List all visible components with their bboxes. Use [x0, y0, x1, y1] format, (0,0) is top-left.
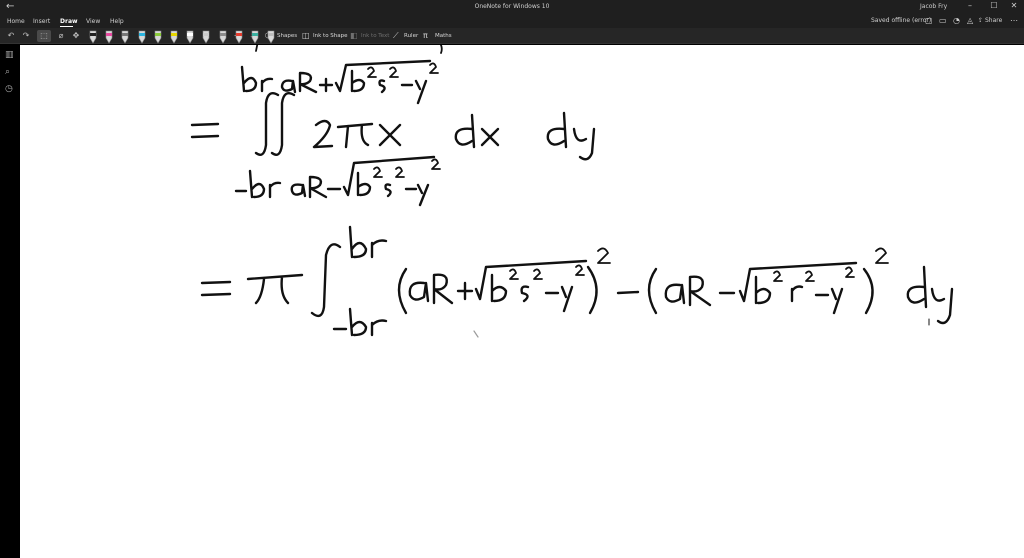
share-label: Share: [984, 17, 1003, 24]
ink-line-2: [200, 225, 954, 337]
share-icon: ⇪: [978, 17, 984, 24]
eraser-icon[interactable]: ⌀: [55, 30, 67, 42]
user-name[interactable]: Jacob Fry: [920, 3, 947, 10]
ink-stroke: [255, 45, 259, 52]
pen-4-icon[interactable]: [137, 30, 147, 44]
pen-1-icon[interactable]: [88, 30, 98, 44]
window-title: OneNote for Windows 10: [474, 3, 550, 10]
pen-2-icon[interactable]: [104, 30, 114, 44]
ink-to-text-icon: ◧: [350, 31, 358, 40]
maths-button[interactable]: Maths: [435, 31, 452, 41]
pen-11-icon[interactable]: [250, 30, 260, 44]
ink-to-shape-button[interactable]: Ink to Shape: [313, 31, 348, 41]
bell-icon[interactable]: ◬: [967, 16, 973, 25]
pen-5-icon[interactable]: [153, 30, 163, 44]
tab-help[interactable]: Help: [110, 18, 124, 25]
share-button[interactable]: ⇪ Share: [978, 17, 1002, 24]
pan-icon[interactable]: ✥: [70, 30, 82, 42]
mouse-cursor-icon: [473, 330, 479, 338]
tab-home[interactable]: Home: [7, 18, 25, 25]
notebooks-icon[interactable]: ▥: [5, 50, 14, 60]
ink-to-text-button: Ink to Text: [361, 33, 390, 39]
ink-to-shape-icon[interactable]: ◫: [302, 30, 310, 42]
pen-9-icon[interactable]: [218, 30, 228, 44]
pen-6-icon[interactable]: [169, 30, 179, 44]
shapes-button[interactable]: Shapes: [277, 31, 297, 41]
maths-icon[interactable]: π: [423, 30, 428, 42]
search-icon[interactable]: ⌕: [5, 67, 10, 77]
active-tab-indicator: [60, 26, 73, 27]
tips-icon[interactable]: ◔: [953, 16, 960, 25]
sync-status[interactable]: Saved offline (error): [871, 17, 931, 24]
redo-icon[interactable]: ↷: [20, 30, 32, 42]
notification-icon[interactable]: ▢: [925, 16, 933, 25]
recent-icon[interactable]: ◷: [5, 84, 13, 94]
feed-icon[interactable]: ▭: [939, 16, 947, 25]
undo-icon[interactable]: ↶: [5, 30, 17, 42]
ink-upper-limits: [240, 59, 439, 105]
minimize-button[interactable]: –: [964, 1, 976, 10]
ink-line-1: [190, 92, 596, 161]
ruler-icon[interactable]: ⟋: [393, 30, 399, 42]
pen-3-icon[interactable]: [120, 30, 130, 44]
tab-draw[interactable]: Draw: [60, 18, 78, 25]
pen-12-icon[interactable]: [266, 30, 276, 44]
pen-7-icon[interactable]: [185, 30, 195, 44]
pen-8-icon[interactable]: [201, 30, 211, 44]
page-canvas[interactable]: [20, 45, 1024, 558]
more-icon[interactable]: ⋯: [1010, 16, 1018, 25]
ruler-button[interactable]: Ruler: [404, 31, 418, 41]
ink-lower-limits: [234, 155, 441, 207]
title-bar: ← OneNote for Windows 10 Jacob Fry – ☐ ✕: [0, 0, 1024, 16]
maximize-button[interactable]: ☐: [988, 1, 1000, 10]
ink-stroke: [440, 45, 443, 54]
navigation-rail: ▥ ⌕ ◷: [0, 45, 20, 558]
close-button[interactable]: ✕: [1008, 1, 1020, 10]
lasso-select-icon[interactable]: ⬚: [37, 30, 51, 42]
handwritten-equations: [190, 45, 954, 338]
menu-bar: Home Insert Draw View Help Saved offline…: [0, 16, 1024, 28]
tab-insert[interactable]: Insert: [33, 18, 50, 25]
pen-10-icon[interactable]: [234, 30, 244, 44]
tab-view[interactable]: View: [86, 18, 100, 25]
